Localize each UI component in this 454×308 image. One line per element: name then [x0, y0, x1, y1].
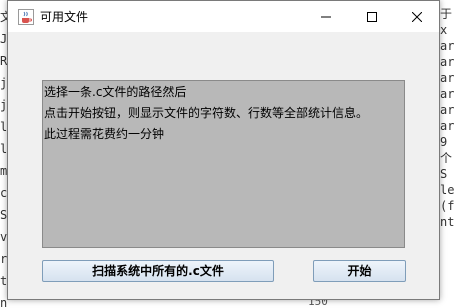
bg-right-line: ar [440, 55, 454, 69]
bg-right-line: ar [440, 119, 454, 133]
info-line: 点击开始按钮，则显示文件的字符数、行数等全部统计信息。 [44, 106, 369, 120]
bg-right-line: le [440, 183, 454, 197]
bg-right-line: ar [440, 87, 454, 101]
info-text-area[interactable]: 选择一条.c文件的路径然后 点击开始按钮，则显示文件的字符数、行数等全部统计信息… [42, 80, 405, 248]
bg-right-line: x [440, 23, 448, 37]
info-line: 选择一条.c文件的路径然后 [44, 85, 187, 99]
title-bar[interactable]: 可用文件 [8, 1, 439, 32]
minimize-button[interactable] [303, 1, 348, 32]
maximize-button[interactable] [349, 1, 394, 32]
scan-c-files-button[interactable]: 扫描系统中所有的.c文件 [42, 260, 274, 282]
close-button[interactable] [394, 1, 439, 32]
info-line: 此过程需花费约一分钟 [44, 127, 165, 141]
app-window: 可用文件 选择一条.c文件的路径然后 点击开始按钮，则显示文件的字符数、行数等全… [7, 0, 440, 300]
background-right-text: 于 x ar ar ar ar ar ar 9 个 S le (f nt [440, 0, 454, 308]
bg-right-line: 个 [440, 151, 453, 165]
bg-right-line: 9 [440, 135, 448, 149]
maximize-icon [366, 7, 377, 26]
start-button[interactable]: 开始 [313, 260, 406, 282]
window-title: 可用文件 [40, 10, 89, 24]
bg-right-line: ar [440, 103, 454, 117]
bg-right-line: ar [440, 39, 454, 53]
close-icon [411, 7, 422, 26]
bg-right-line: S [440, 167, 448, 181]
bg-right-line: (f [440, 199, 454, 213]
bg-right-line: nt [440, 215, 454, 229]
java-cup-icon [18, 9, 34, 25]
minimize-icon [320, 7, 331, 26]
bg-right-line: ar [440, 71, 454, 85]
bg-right-line: 于 [440, 7, 453, 21]
